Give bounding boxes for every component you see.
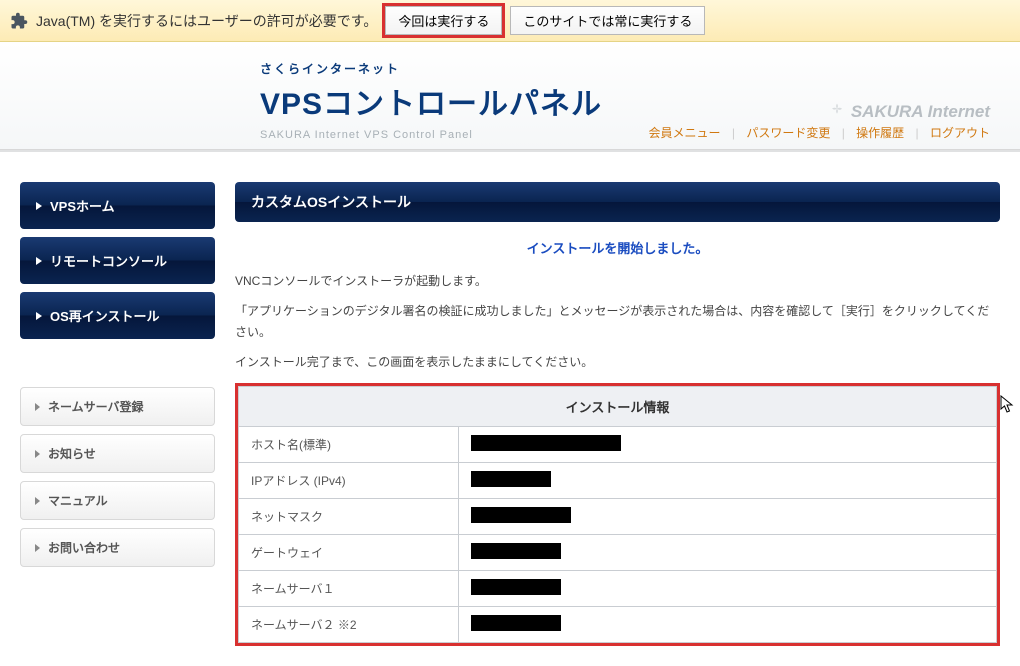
description-line-1: VNCコンソールでインストーラが起動します。 [235, 271, 1000, 291]
sakura-logo: SAKURA Internet [827, 102, 990, 122]
redacted-value [471, 543, 561, 559]
arrow-icon [36, 312, 42, 320]
install-info-box: インストール情報 ホスト名(標準)IPアドレス (IPv4)ネットマスクゲートウ… [235, 383, 1000, 646]
java-permission-bar: Java(TM) を実行するにはユーザーの許可が必要です。 今回は実行する この… [0, 0, 1020, 42]
info-label: ネームサーバ２ ※2 [239, 606, 459, 642]
sidebar-primary-item-2[interactable]: OS再インストール [20, 292, 215, 339]
info-value [459, 426, 997, 462]
install-status: インストールを開始しました。 [235, 238, 1000, 257]
nav-member-menu[interactable]: 会員メニュー [649, 126, 721, 140]
sidebar-item-label: マニュアル [48, 492, 108, 509]
redacted-value [471, 435, 621, 451]
plugin-icon [10, 12, 28, 30]
sidebar-item-label: ネームサーバ登録 [48, 398, 144, 415]
redacted-value [471, 615, 561, 631]
sidebar-secondary-item-2[interactable]: マニュアル [20, 481, 215, 520]
arrow-icon [35, 403, 40, 411]
sidebar-secondary-item-0[interactable]: ネームサーバ登録 [20, 387, 215, 426]
info-value [459, 570, 997, 606]
table-row: ネットマスク [239, 498, 997, 534]
table-row: ネームサーバ１ [239, 570, 997, 606]
table-row: ホスト名(標準) [239, 426, 997, 462]
info-label: ネットマスク [239, 498, 459, 534]
sidebar-secondary-item-1[interactable]: お知らせ [20, 434, 215, 473]
top-navigation: 会員メニュー | パスワード変更 | 操作履歴 | ログアウト [649, 124, 991, 141]
redacted-value [471, 579, 561, 595]
arrow-icon [36, 202, 42, 210]
description-line-3: インストール完了まで、この画面を表示したままにしてください。 [235, 352, 1000, 372]
redacted-value [471, 507, 571, 523]
info-table-header: インストール情報 [239, 386, 997, 426]
sidebar-item-label: お知らせ [48, 445, 96, 462]
notification-message: Java(TM) を実行するにはユーザーの許可が必要です。 [36, 11, 377, 31]
run-once-button[interactable]: 今回は実行する [385, 6, 502, 35]
info-value [459, 534, 997, 570]
arrow-icon [35, 450, 40, 458]
info-label: ゲートウェイ [239, 534, 459, 570]
table-row: ゲートウェイ [239, 534, 997, 570]
nav-history[interactable]: 操作履歴 [856, 126, 904, 140]
info-value [459, 606, 997, 642]
info-label: ホスト名(標準) [239, 426, 459, 462]
sidebar-item-label: リモートコンソール [50, 251, 167, 270]
nav-password-change[interactable]: パスワード変更 [746, 126, 830, 140]
arrow-icon [36, 257, 42, 265]
sidebar: VPSホームリモートコンソール OS再インストール ネームサーバ登録お知らせマニュ… [20, 182, 215, 646]
sidebar-primary-item-0[interactable]: VPSホーム [20, 182, 215, 229]
table-row: IPアドレス (IPv4) [239, 462, 997, 498]
info-value [459, 462, 997, 498]
flower-icon [827, 102, 847, 122]
sidebar-secondary-item-3[interactable]: お問い合わせ [20, 528, 215, 567]
page-header: さくらインターネット VPSコントロールパネル SAKURA Internet … [0, 42, 1020, 150]
sidebar-primary-item-1[interactable]: リモートコンソール [20, 237, 215, 284]
description-line-2: 「アプリケーションのデジタル署名の検証に成功しました」とメッセージが表示された場… [235, 301, 1000, 342]
info-value [459, 498, 997, 534]
info-label: ネームサーバ１ [239, 570, 459, 606]
info-label: IPアドレス (IPv4) [239, 462, 459, 498]
nav-logout[interactable]: ログアウト [930, 126, 990, 140]
content-title: カスタムOSインストール [235, 182, 1000, 222]
sidebar-item-label: お問い合わせ [48, 539, 120, 556]
arrow-icon [35, 544, 40, 552]
sidebar-item-label: VPSホーム [50, 196, 115, 215]
sidebar-item-label: OS再インストール [50, 306, 160, 325]
redacted-value [471, 471, 551, 487]
install-info-table: インストール情報 ホスト名(標準)IPアドレス (IPv4)ネットマスクゲートウ… [238, 386, 997, 643]
main-content: カスタムOSインストール インストールを開始しました。 VNCコンソールでインス… [235, 182, 1000, 646]
arrow-icon [35, 497, 40, 505]
brand-subtitle-jp: さくらインターネット [260, 60, 990, 77]
table-row: ネームサーバ２ ※2 [239, 606, 997, 642]
run-always-button[interactable]: このサイトでは常に実行する [510, 6, 705, 35]
